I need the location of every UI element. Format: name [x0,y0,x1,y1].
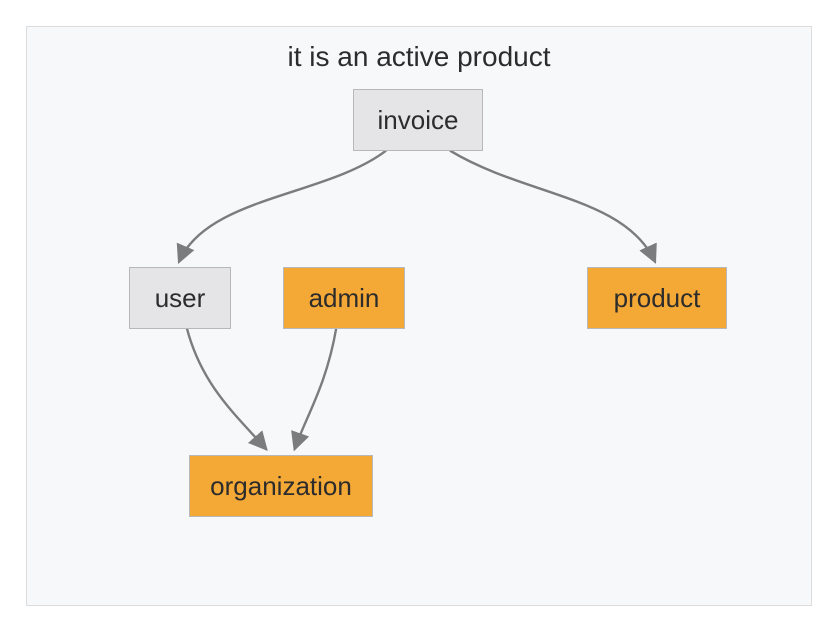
node-invoice: invoice [353,89,483,151]
edge-admin-organization [294,328,336,450]
edge-user-organization [187,328,267,450]
node-label: user [155,283,206,314]
node-label: invoice [378,105,459,136]
diagram-frame: it is an active product invoice user adm… [26,26,812,606]
node-product: product [587,267,727,329]
node-label: product [614,283,701,314]
node-user: user [129,267,231,329]
edge-invoice-user [179,151,386,263]
node-label: organization [210,471,352,502]
edge-invoice-product [450,151,655,263]
node-admin: admin [283,267,405,329]
node-organization: organization [189,455,373,517]
node-label: admin [309,283,380,314]
diagram-title: it is an active product [27,41,811,73]
